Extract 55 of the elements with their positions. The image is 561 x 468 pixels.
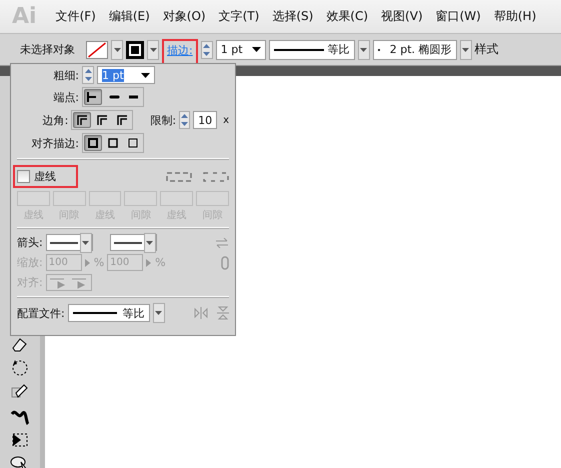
- dash-input[interactable]: [196, 191, 229, 206]
- end-arrowhead-dropdown[interactable]: [110, 234, 157, 251]
- stroke-swatch-icon[interactable]: [126, 40, 144, 58]
- menu-item[interactable]: 帮助(H): [494, 8, 536, 25]
- align-stroke-label: 对齐描边:: [30, 136, 79, 150]
- weight-label: 粗细:: [52, 68, 79, 82]
- dropdown-arrow-icon[interactable]: [252, 47, 261, 52]
- weight-field[interactable]: 1 pt: [97, 66, 155, 84]
- menu-item[interactable]: 对象(O): [162, 8, 206, 25]
- dash-input[interactable]: [17, 191, 50, 206]
- stepper-icon[interactable]: [179, 111, 190, 129]
- percent-sign: %: [94, 256, 104, 269]
- menu-item[interactable]: 选择(S): [272, 8, 314, 25]
- limit-unit: x: [223, 114, 229, 126]
- start-arrowhead-dropdown[interactable]: [46, 234, 93, 251]
- align-button[interactable]: [84, 135, 102, 151]
- dash-input[interactable]: [160, 191, 194, 206]
- stepper-icon[interactable]: [200, 40, 213, 58]
- menu-item[interactable]: 编辑(E): [108, 8, 150, 25]
- dropdown-arrow-icon[interactable]: [141, 72, 150, 78]
- align-icon: [126, 136, 140, 150]
- align-icon: [86, 136, 100, 150]
- dashed-label: 虚线: [34, 169, 56, 184]
- corner-icon: [115, 113, 130, 127]
- percent-sign: %: [155, 256, 166, 269]
- profile-dropdown[interactable]: 等比: [68, 304, 150, 322]
- dash-input[interactable]: [124, 191, 158, 206]
- profile-dropdown[interactable]: 等比: [268, 40, 355, 60]
- corner-button[interactable]: [73, 112, 92, 128]
- corner-label: 边角:: [42, 112, 68, 128]
- dash-input[interactable]: [52, 191, 86, 206]
- cap-button[interactable]: [84, 89, 102, 105]
- limit-label: 限制:: [150, 112, 176, 128]
- style-label[interactable]: 样式: [474, 41, 499, 58]
- menu-item[interactable]: 文件(F): [56, 8, 96, 25]
- fill-swatch-icon[interactable]: [86, 40, 108, 58]
- dash-input[interactable]: [88, 191, 122, 206]
- dash-corner-icon[interactable]: [166, 172, 192, 182]
- arrowhead-label: 箭头:: [17, 235, 43, 250]
- stepper-icon[interactable]: [82, 66, 94, 84]
- menu-item[interactable]: 效果(C): [326, 8, 368, 25]
- corner-icon: [75, 113, 90, 127]
- limit-field[interactable]: 10: [193, 111, 218, 129]
- weight-dropdown[interactable]: 1 pt: [216, 40, 266, 60]
- cap-label: 端点:: [52, 90, 79, 104]
- selection-status: 未选择对象: [20, 42, 75, 57]
- profile-label: 配置文件:: [17, 306, 65, 320]
- menu-item[interactable]: 文字(T): [218, 8, 260, 25]
- align-icon: [106, 136, 120, 150]
- dash-align-icon[interactable]: [203, 172, 229, 182]
- menu-item[interactable]: 窗口(W): [436, 8, 481, 25]
- dashed-checkbox[interactable]: [17, 170, 30, 183]
- corner-icon: [95, 113, 110, 127]
- menu-item[interactable]: 视图(V): [381, 8, 423, 25]
- brush-dropdown[interactable]: 2 pt. 椭圆形: [372, 40, 457, 60]
